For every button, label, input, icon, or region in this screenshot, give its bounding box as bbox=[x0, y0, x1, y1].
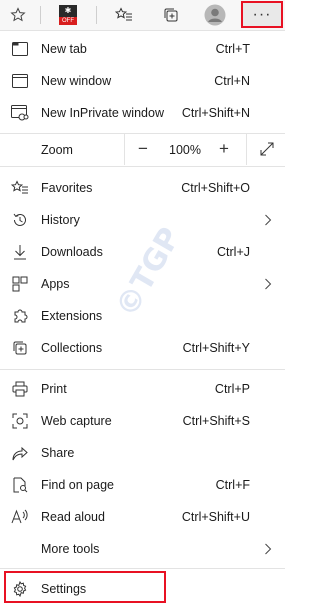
menu-item-shortcut: Ctrl+Shift+N bbox=[181, 106, 250, 120]
menu-item-web-capture[interactable]: Web capture Ctrl+Shift+S bbox=[0, 405, 285, 437]
menu-item-label: New tab bbox=[41, 42, 87, 56]
menu-divider bbox=[0, 166, 285, 167]
menu-item-history[interactable]: History bbox=[0, 204, 285, 236]
collections-icon[interactable] bbox=[157, 2, 185, 28]
menu-item-new-inprivate-window[interactable]: New InPrivate window Ctrl+Shift+N bbox=[0, 97, 285, 129]
menu-item-find-on-page[interactable]: Find on page Ctrl+F bbox=[0, 469, 285, 501]
favorites-icon bbox=[10, 178, 30, 198]
fullscreen-button[interactable] bbox=[255, 138, 279, 160]
settings-and-more-button[interactable]: ··· bbox=[241, 1, 283, 28]
toolbar-divider bbox=[96, 6, 97, 24]
menu-item-label: Find on page bbox=[41, 478, 114, 492]
menu-item-shortcut: Ctrl+Shift+Y bbox=[182, 341, 250, 355]
zoom-divider bbox=[246, 134, 247, 165]
collections-icon bbox=[10, 338, 30, 358]
menu-item-label: New window bbox=[41, 74, 112, 88]
menu-item-new-window[interactable]: New window Ctrl+N bbox=[0, 65, 285, 97]
menu-item-label: Collections bbox=[41, 341, 103, 355]
chevron-right-icon bbox=[264, 278, 272, 290]
menu-item-print[interactable]: Print Ctrl+P bbox=[0, 373, 285, 405]
extension-badge-text: OFF bbox=[59, 17, 77, 25]
profile-avatar-icon[interactable] bbox=[201, 2, 229, 28]
favorite-star-icon[interactable] bbox=[4, 2, 32, 28]
menu-item-label: History bbox=[41, 213, 80, 227]
browser-toolbar: ✱ OFF ··· bbox=[0, 0, 285, 31]
zoom-control-row: Zoom − 100% + bbox=[0, 134, 285, 165]
find-on-page-icon bbox=[10, 475, 30, 495]
share-icon bbox=[10, 443, 30, 463]
menu-item-shortcut: Ctrl+F bbox=[215, 478, 250, 492]
menu-item-label: Apps bbox=[41, 277, 70, 291]
menu-item-label: Web capture bbox=[41, 414, 112, 428]
chevron-right-icon bbox=[264, 543, 272, 555]
inprivate-window-icon bbox=[10, 103, 30, 123]
toolbar-divider bbox=[40, 6, 41, 24]
menu-item-shortcut: Ctrl+J bbox=[217, 245, 250, 259]
menu-item-shortcut: Ctrl+Shift+S bbox=[182, 414, 250, 428]
settings-highlight-box bbox=[4, 571, 166, 603]
zoom-label: Zoom bbox=[41, 143, 73, 157]
printer-icon bbox=[10, 379, 30, 399]
extension-badge-icon[interactable]: ✱ OFF bbox=[54, 2, 82, 28]
menu-item-label: Favorites bbox=[41, 181, 93, 195]
menu-item-label: New InPrivate window bbox=[41, 106, 164, 120]
menu-item-label: Extensions bbox=[41, 309, 103, 323]
new-tab-icon bbox=[10, 39, 30, 59]
web-capture-icon bbox=[10, 411, 30, 431]
menu-item-shortcut: Ctrl+P bbox=[214, 382, 250, 396]
menu-item-read-aloud[interactable]: Read aloud Ctrl+Shift+U bbox=[0, 501, 285, 533]
menu-item-shortcut: Ctrl+Shift+O bbox=[181, 181, 250, 195]
downloads-icon bbox=[10, 242, 30, 262]
menu-divider bbox=[0, 369, 285, 370]
menu-item-label: More tools bbox=[41, 542, 100, 556]
menu-item-extensions[interactable]: Extensions bbox=[0, 300, 285, 332]
menu-item-shortcut: Ctrl+T bbox=[215, 42, 250, 56]
menu-item-collections[interactable]: Collections Ctrl+Shift+Y bbox=[0, 332, 285, 364]
new-window-icon bbox=[10, 71, 30, 91]
menu-item-apps[interactable]: Apps bbox=[0, 268, 285, 300]
menu-item-label: Share bbox=[41, 446, 75, 460]
zoom-divider bbox=[124, 134, 125, 165]
menu-item-label: Downloads bbox=[41, 245, 103, 259]
menu-item-label: Read aloud bbox=[41, 510, 105, 524]
menu-item-share[interactable]: Share bbox=[0, 437, 285, 469]
read-aloud-icon bbox=[10, 507, 30, 527]
zoom-in-button[interactable]: + bbox=[212, 138, 236, 160]
favorites-list-icon[interactable] bbox=[110, 2, 138, 28]
menu-item-new-tab[interactable]: New tab Ctrl+T bbox=[0, 33, 285, 65]
zoom-out-button[interactable]: − bbox=[131, 138, 155, 160]
chevron-right-icon bbox=[264, 214, 272, 226]
menu-item-favorites[interactable]: Favorites Ctrl+Shift+O bbox=[0, 172, 285, 204]
zoom-level-value: 100% bbox=[169, 143, 201, 157]
menu-divider bbox=[0, 568, 285, 569]
menu-item-shortcut: Ctrl+Shift+U bbox=[181, 510, 250, 524]
history-icon bbox=[10, 210, 30, 230]
puzzle-icon bbox=[10, 306, 30, 326]
menu-item-shortcut: Ctrl+N bbox=[214, 74, 250, 88]
apps-icon bbox=[10, 274, 30, 294]
menu-item-label: Print bbox=[41, 382, 67, 396]
fullscreen-icon bbox=[260, 142, 274, 156]
menu-item-downloads[interactable]: Downloads Ctrl+J bbox=[0, 236, 285, 268]
menu-item-more-tools[interactable]: More tools bbox=[0, 533, 285, 565]
